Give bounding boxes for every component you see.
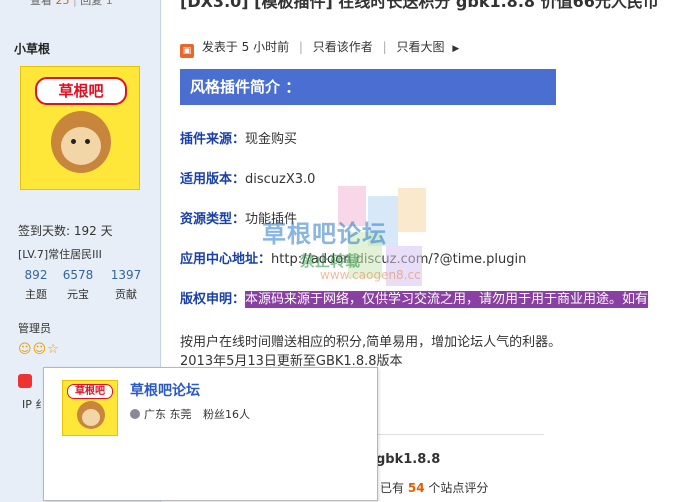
user-role: 管理员	[18, 322, 51, 335]
stat-coins[interactable]: 6578 元宝	[56, 268, 100, 302]
watermark-text: 草根吧论坛	[262, 220, 387, 248]
stat-value: 892	[24, 268, 48, 282]
card-location: 广东 东莞	[144, 408, 192, 421]
rating-count: 54	[407, 481, 425, 495]
caret-right-icon[interactable]: ▶	[452, 44, 459, 54]
watermark-url: www.caogen8.cc	[320, 268, 421, 282]
card-avatar[interactable]: 草根吧	[62, 380, 118, 436]
stat-label: 元宝	[67, 288, 89, 301]
field-value: 现金购买	[245, 132, 298, 147]
post-meta-bar: ▣ 发表于 5 小时前 | 只看该作者 | 只看大图 ▶	[180, 38, 459, 58]
attachment-title: gbk1.8.8	[376, 452, 441, 467]
divider: |	[298, 40, 303, 54]
field-key: 应用中心地址：	[180, 252, 272, 267]
field-source: 插件来源：现金购买	[180, 128, 297, 147]
smile-icon: ☺	[18, 342, 33, 357]
field-key: 插件来源：	[180, 132, 246, 147]
field-version: 适用版本：discuzX3.0	[180, 168, 315, 187]
card-username[interactable]: 草根吧论坛	[130, 380, 200, 400]
user-icon	[130, 409, 140, 419]
thread-title: [DX3.0] [模板插件] 在线时长送积分 gbk1.8.8 价值66元人民币	[180, 0, 659, 11]
stat-value: 6578	[62, 268, 94, 282]
field-key: 适用版本：	[180, 172, 246, 187]
field-key: 资源类型：	[180, 212, 246, 227]
post-time: 发表于 5 小时前	[201, 40, 290, 54]
watermark-block	[398, 188, 426, 232]
user-level[interactable]: [LV.7]常住居民III	[18, 246, 102, 262]
stat-topics[interactable]: 892 主题	[14, 268, 58, 302]
field-key: 版权申明：	[180, 292, 246, 307]
star-icon: ☆	[47, 342, 60, 357]
weibo-icon[interactable]	[18, 374, 32, 388]
card-info: 广东 东莞 粉丝16人	[130, 406, 250, 422]
rating-summary: 已有 54 个站点评分	[380, 479, 488, 496]
section-heading: 风格插件简介 ：	[180, 69, 556, 105]
only-big-image-link[interactable]: 只看大图	[397, 40, 445, 54]
rating-suffix: 个站点评分	[428, 481, 489, 495]
field-value: discuzX3.0	[245, 172, 316, 187]
copyright-notice: 本源码来源于网络，仅供学习交流之用，请勿用于用于商业用途。如有	[245, 291, 649, 308]
author-avatar[interactable]: 草根吧	[20, 66, 140, 190]
description-line-1: 按用户在线时间赠送相应的积分,简单易用，增加论坛人气的利器。	[180, 335, 562, 350]
replies-count: 1	[105, 0, 113, 7]
rating-prefix: 已有	[380, 481, 405, 495]
monkey-face	[82, 409, 100, 426]
post-status-icon: ▣	[180, 44, 194, 58]
user-hover-card: 草根吧 草根吧论坛 广东 东莞 粉丝16人	[43, 367, 378, 501]
avatar-banner-text: 草根吧	[35, 77, 127, 105]
monkey-eye-right	[85, 139, 90, 144]
replies-label: 回复	[80, 0, 103, 7]
stat-label: 主题	[25, 288, 47, 301]
card-avatar-banner: 草根吧	[67, 384, 113, 399]
medal-icons: ☺☺☆	[18, 342, 60, 357]
monkey-face	[61, 127, 101, 165]
views-label: 查看	[30, 0, 52, 7]
checkin-days: 签到天数: 192 天	[18, 224, 113, 238]
monkey-eye-left	[71, 139, 76, 144]
author-username[interactable]: 小草根	[14, 40, 50, 57]
stat-label: 贡献	[115, 288, 137, 301]
only-author-link[interactable]: 只看该作者	[313, 40, 373, 54]
divider: |	[382, 40, 387, 54]
stat-value: 1397	[110, 268, 142, 282]
thread-stats: 查看 25 | 回复 1	[30, 0, 113, 8]
divider	[378, 434, 544, 435]
smile-icon: ☺	[32, 342, 48, 357]
card-fans[interactable]: 粉丝16人	[203, 408, 250, 421]
views-count: 25	[55, 0, 70, 7]
stat-contribution[interactable]: 1397 贡献	[104, 268, 148, 302]
